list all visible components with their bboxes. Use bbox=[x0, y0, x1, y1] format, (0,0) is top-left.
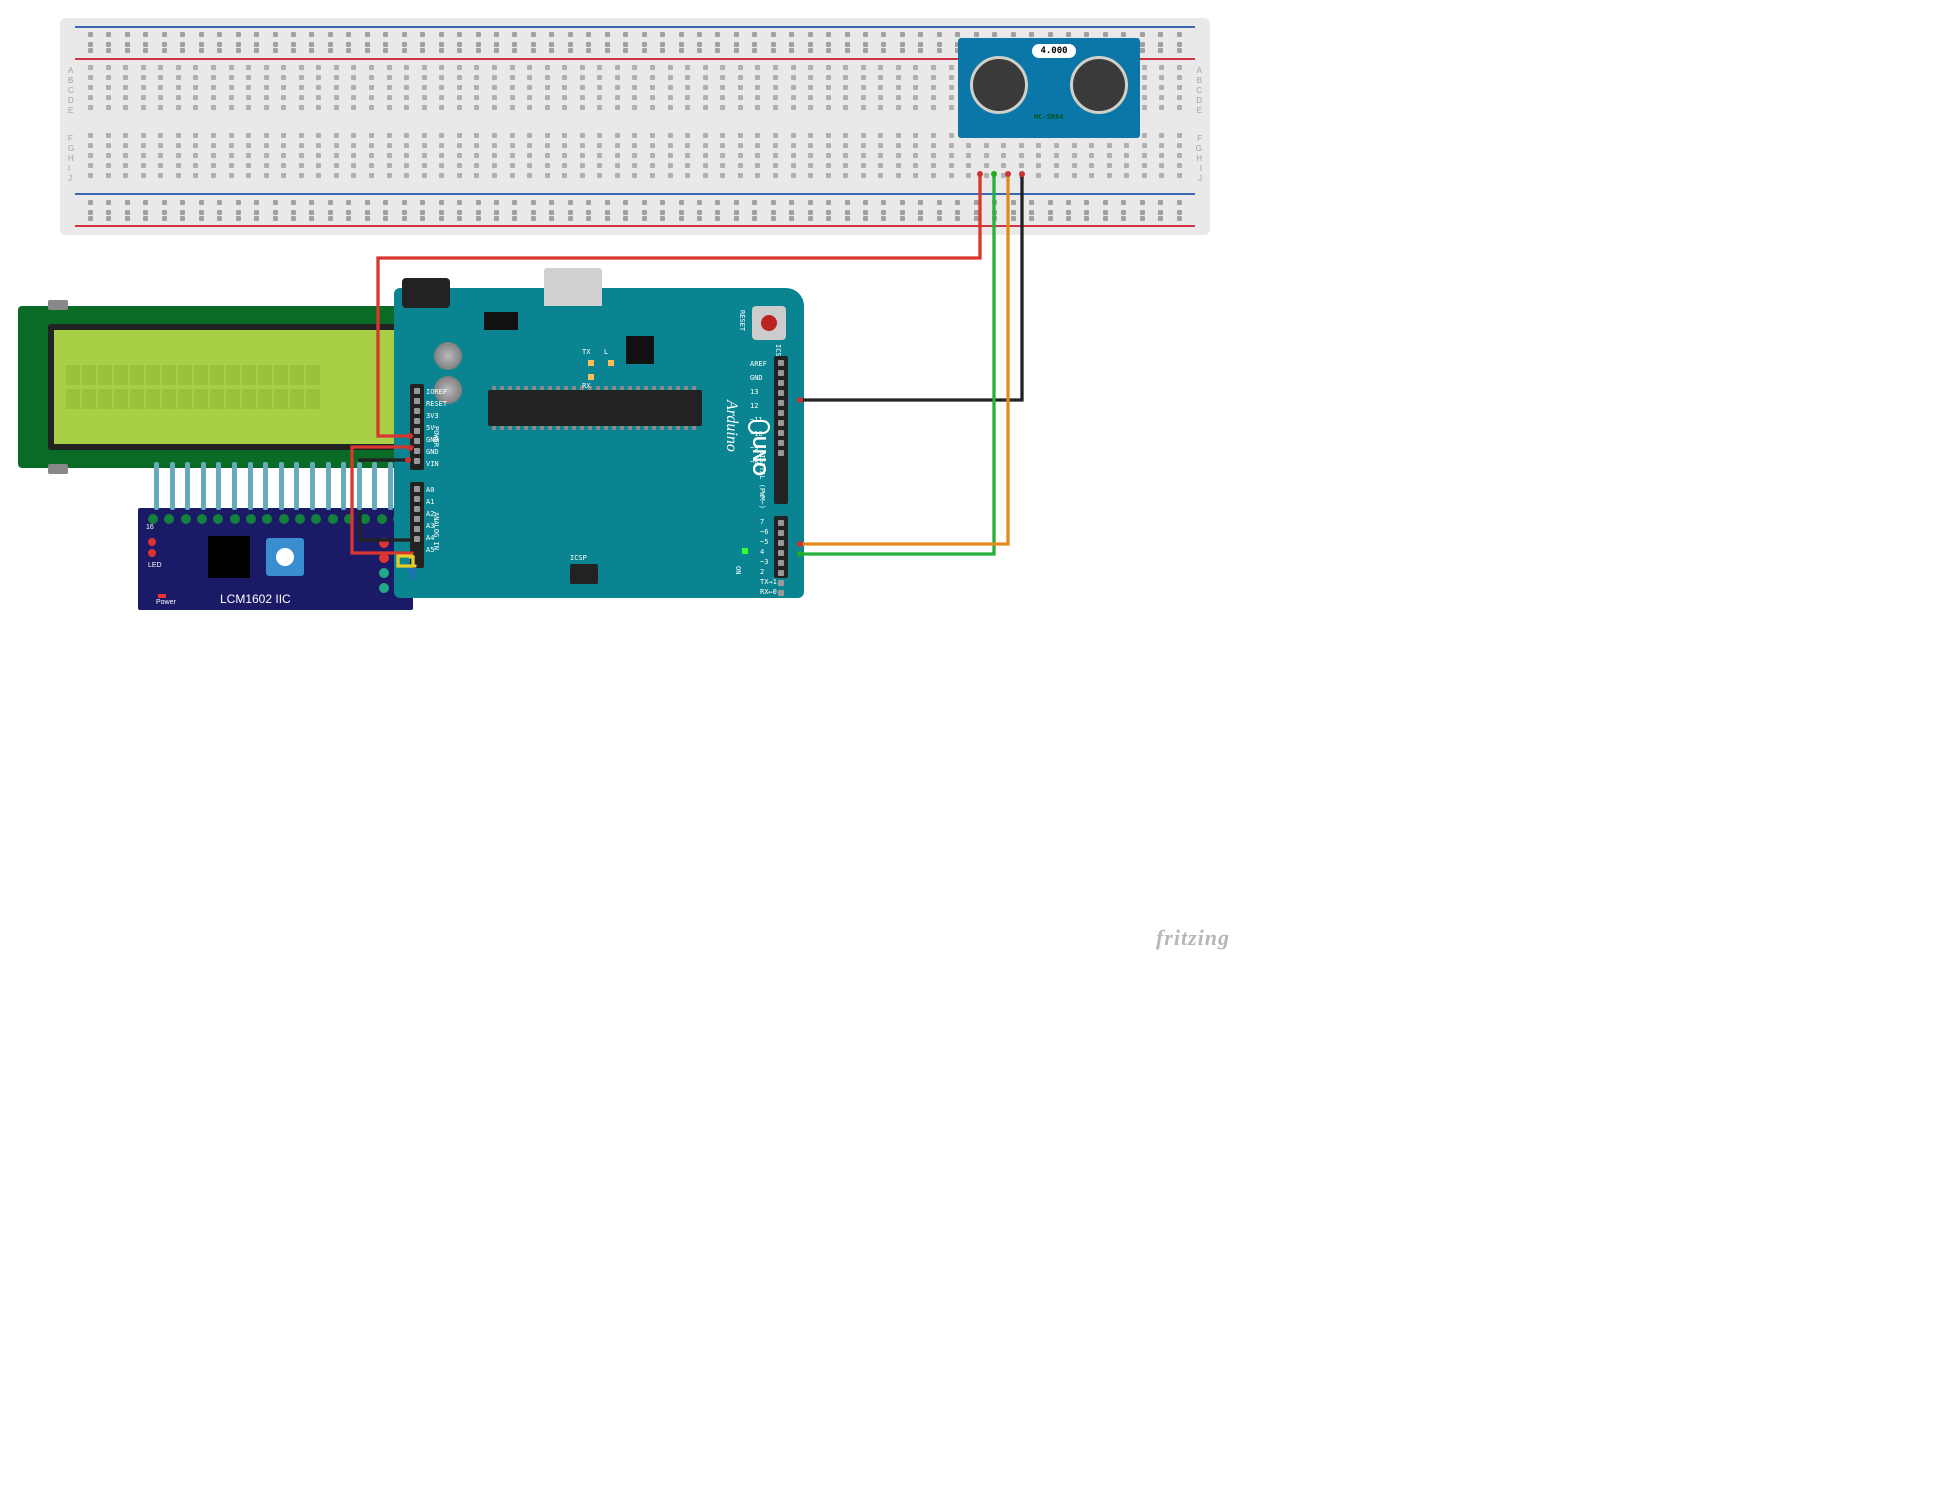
pin-label-gnd: GND bbox=[426, 436, 439, 444]
rx-label: RX bbox=[582, 382, 590, 390]
usb-port bbox=[544, 268, 602, 306]
lcm1602-iic: LED Power 16 1 LCM1602 IIC GNDVCCSDASCL bbox=[138, 508, 413, 610]
on-led bbox=[742, 548, 748, 554]
pin-label-a0: A0 bbox=[426, 486, 434, 494]
power-header bbox=[410, 384, 424, 470]
pin-label-gnd: GND bbox=[426, 448, 439, 456]
pin-label-10: ~10 bbox=[750, 430, 763, 438]
pin-label-a5: A5 bbox=[426, 546, 434, 554]
hcsr04-transducer-right bbox=[1070, 56, 1128, 114]
pin-label-7: 7 bbox=[760, 518, 764, 526]
analog-header bbox=[410, 482, 424, 568]
atmega-chip bbox=[488, 390, 702, 426]
pin-label-6: ~6 bbox=[760, 528, 768, 536]
pin-label-11: ~11 bbox=[750, 416, 763, 424]
pin-label-12: 12 bbox=[750, 402, 758, 410]
pin-label-5v: 5V bbox=[426, 424, 434, 432]
pin-label-2: 2 bbox=[760, 568, 764, 576]
fritzing-watermark: fritzing bbox=[1156, 925, 1230, 951]
on-label: ON bbox=[734, 566, 742, 574]
tx-led bbox=[588, 360, 594, 366]
i2c-expander-chip bbox=[208, 536, 250, 578]
power-led bbox=[158, 594, 166, 598]
pin-label-3: ~3 bbox=[760, 558, 768, 566]
pin-label-9: ~9 bbox=[750, 444, 758, 452]
pin-label-vin: VIN bbox=[426, 460, 439, 468]
pin-16: 16 bbox=[146, 524, 154, 531]
arduino-brand: Arduino bbox=[722, 400, 740, 452]
pin-label-3v3: 3V3 bbox=[426, 412, 439, 420]
l-led bbox=[608, 360, 614, 366]
digital-header-bottom bbox=[774, 516, 788, 578]
pin-label-a1: A1 bbox=[426, 498, 434, 506]
pin-label-4: 4 bbox=[760, 548, 764, 556]
hcsr04-transducer-left bbox=[970, 56, 1028, 114]
hcsr04-readout: 4.000 bbox=[1032, 44, 1076, 58]
pin-label-8: ~8 bbox=[750, 458, 758, 466]
icsp-header bbox=[570, 564, 598, 584]
pin-label-aref: AREF bbox=[750, 360, 767, 368]
contrast-pot[interactable] bbox=[266, 538, 304, 576]
pin-label-gnd: GND bbox=[750, 374, 763, 382]
digital-header-top bbox=[774, 356, 788, 504]
pin-label-reset: RESET bbox=[426, 400, 447, 408]
arduino-uno: RESET ICSP2 TX RX L Arduino UNO POWER AN… bbox=[394, 288, 804, 598]
rx-led bbox=[588, 374, 594, 380]
pin-label-5: ~5 bbox=[760, 538, 768, 546]
power-label: Power bbox=[156, 599, 176, 606]
pin-label-a3: A3 bbox=[426, 522, 434, 530]
hcsr04-sensor: 4.000 HC-SR04 bbox=[958, 38, 1140, 138]
tx-label: TX bbox=[582, 348, 590, 356]
digital-group-label: DIGITAL (PWM~) bbox=[758, 450, 766, 509]
pin-label-a2: A2 bbox=[426, 510, 434, 518]
hcsr04-model-label: HC-SR04 bbox=[1034, 113, 1064, 121]
led-label: LED bbox=[148, 562, 162, 569]
reset-button[interactable] bbox=[752, 306, 786, 340]
barrel-jack bbox=[402, 278, 450, 308]
pin-label-13: 13 bbox=[750, 388, 758, 396]
pin-label-tx1: TX→1 bbox=[760, 578, 777, 586]
l-label: L bbox=[604, 348, 608, 356]
i2c-title: LCM1602 IIC bbox=[220, 592, 291, 606]
icsp-label: ICSP bbox=[570, 554, 587, 562]
reset-label: RESET bbox=[738, 310, 746, 331]
pin-label-rx0: RX←0 bbox=[760, 588, 777, 596]
pin-label-a4: A4 bbox=[426, 534, 434, 542]
led-jumper bbox=[148, 538, 160, 560]
pin-label-ioref: IOREF bbox=[426, 388, 447, 396]
